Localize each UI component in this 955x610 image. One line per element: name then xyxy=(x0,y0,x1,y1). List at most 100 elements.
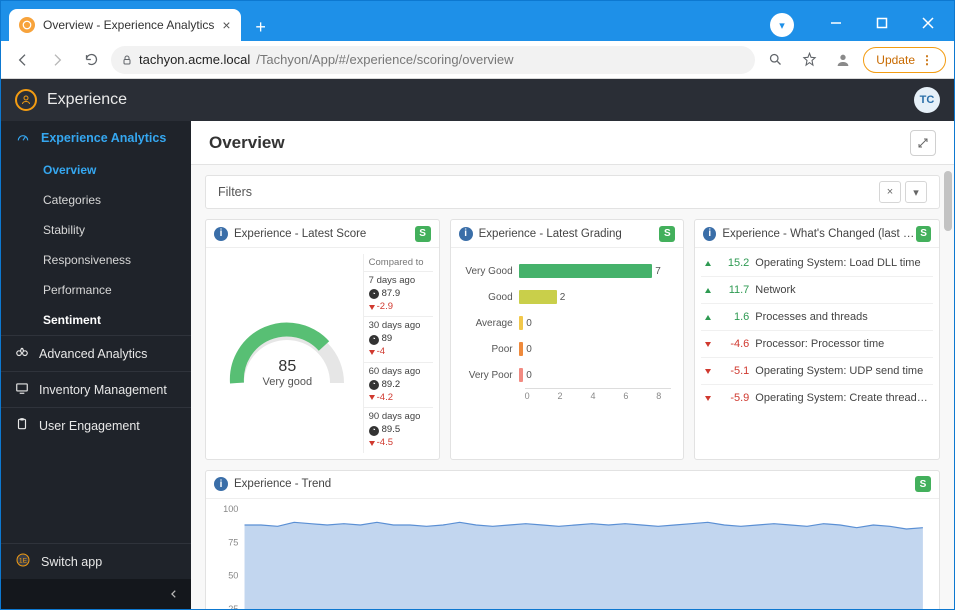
change-name: Operating System: Load DLL time xyxy=(755,257,929,269)
card-body: 85 Very good Compared to 7 days ago ◔87.… xyxy=(206,248,439,459)
change-value: -5.1 xyxy=(717,365,749,377)
sidebar-item-label: Switch app xyxy=(41,555,102,569)
caret-down-icon xyxy=(369,305,375,310)
close-window-button[interactable] xyxy=(906,8,950,38)
chart-x-axis: 02468 xyxy=(525,388,672,401)
back-button[interactable] xyxy=(9,46,37,74)
sidebar-item-experience-analytics[interactable]: Experience Analytics xyxy=(1,121,191,155)
change-row: -5.9Operating System: Create thread time xyxy=(701,385,933,411)
sidebar-sub-categories[interactable]: Categories xyxy=(1,185,191,215)
compare-label: 7 days ago xyxy=(369,275,428,288)
trend-chart: 255075100 xyxy=(216,503,929,609)
compare-header: Compared to xyxy=(364,254,433,272)
grading-chart: Very Good7Good2Average0Poor0Very Poor002… xyxy=(457,254,678,403)
score-badge: S xyxy=(915,476,931,492)
sidebar-item-label: User Engagement xyxy=(39,419,140,433)
sidebar-item-label: Advanced Analytics xyxy=(39,347,147,361)
reload-button[interactable] xyxy=(77,46,105,74)
chart-category-label: Very Poor xyxy=(461,370,519,381)
expand-button[interactable] xyxy=(910,130,936,156)
change-name: Processes and threads xyxy=(755,311,929,323)
compare-row: 30 days ago ◔89 -4 xyxy=(364,317,433,362)
info-icon[interactable]: i xyxy=(459,227,473,241)
menu-dots-icon[interactable]: ⋮ xyxy=(921,53,933,67)
switch-app-button[interactable]: 1E Switch app xyxy=(1,543,191,579)
filters-bar[interactable]: Filters × ▾ xyxy=(205,175,940,209)
score-badge: S xyxy=(916,226,931,242)
card-title: Experience - Trend xyxy=(234,478,331,490)
card-latest-grading: i Experience - Latest Grading S Very Goo… xyxy=(450,219,685,460)
compare-score: 89.2 xyxy=(382,379,401,392)
compare-score: 89.5 xyxy=(382,424,401,437)
url-input[interactable]: tachyon.acme.local/Tachyon/App/#/experie… xyxy=(111,46,755,74)
browser-window: Overview - Experience Analytics × + ▾ ta… xyxy=(0,0,955,610)
new-tab-button[interactable]: + xyxy=(247,13,275,41)
sidebar-sub-performance[interactable]: Performance xyxy=(1,275,191,305)
chart-category-label: Good xyxy=(461,292,519,303)
compare-score: 87.9 xyxy=(382,288,401,301)
minimize-button[interactable] xyxy=(814,8,858,38)
chart-bar xyxy=(519,290,557,304)
chart-bar-row: Average0 xyxy=(461,310,672,336)
collapse-sidebar-button[interactable] xyxy=(1,579,191,609)
window-controls: ▾ xyxy=(770,1,954,41)
filters-dropdown-button[interactable]: ▾ xyxy=(905,181,927,203)
compare-delta: -4 xyxy=(377,346,385,359)
profile-icon[interactable] xyxy=(829,46,857,74)
page-title-bar: Overview xyxy=(191,121,954,165)
sidebar-item-label: Overview xyxy=(43,163,96,177)
caret-up-icon xyxy=(705,288,711,293)
caret-up-icon xyxy=(705,315,711,320)
account-badge-icon[interactable]: ▾ xyxy=(770,13,794,37)
compare-score: 89 xyxy=(382,333,393,346)
app-title: Experience xyxy=(47,91,127,109)
maximize-button[interactable] xyxy=(860,8,904,38)
sidebar-item-advanced-analytics[interactable]: Advanced Analytics xyxy=(1,335,191,371)
score-badge: S xyxy=(415,226,431,242)
change-value: 11.7 xyxy=(717,284,749,296)
card-body: Very Good7Good2Average0Poor0Very Poor002… xyxy=(451,248,684,459)
card-title: Experience - Latest Score xyxy=(234,228,366,240)
update-label: Update xyxy=(876,53,915,67)
bookmark-icon[interactable] xyxy=(795,46,823,74)
sidebar-item-inventory-management[interactable]: Inventory Management xyxy=(1,371,191,407)
chart-category-label: Average xyxy=(461,318,519,329)
clipboard-icon xyxy=(15,417,29,434)
chart-bar xyxy=(519,368,524,382)
card-whats-changed: i Experience - What's Changed (last 7 d…… xyxy=(694,219,940,460)
change-row: 11.7 Network xyxy=(701,277,933,304)
chart-bar-value: 0 xyxy=(526,344,532,355)
info-icon[interactable]: i xyxy=(214,477,228,491)
sidebar-sub-sentiment[interactable]: Sentiment xyxy=(1,305,191,335)
forward-button[interactable] xyxy=(43,46,71,74)
info-icon[interactable]: i xyxy=(703,227,716,241)
clear-filters-button[interactable]: × xyxy=(879,181,901,203)
cards-row: i Experience - Latest Score S xyxy=(205,219,940,460)
caret-down-icon xyxy=(705,342,711,347)
update-button[interactable]: Update ⋮ xyxy=(863,47,946,73)
info-icon[interactable]: i xyxy=(214,227,228,241)
page-title: Overview xyxy=(209,133,285,153)
sidebar-sub-responsiveness[interactable]: Responsiveness xyxy=(1,245,191,275)
monitor-icon xyxy=(15,381,29,398)
zoom-icon[interactable] xyxy=(761,46,789,74)
favicon-icon xyxy=(19,17,35,33)
sidebar-sub-overview[interactable]: Overview xyxy=(1,155,191,185)
chart-category-label: Very Good xyxy=(461,266,519,277)
compare-label: 30 days ago xyxy=(369,320,428,333)
change-row: -5.1Operating System: UDP send time xyxy=(701,358,933,385)
dial-icon: ◔ xyxy=(369,289,379,299)
change-value: 1.6 xyxy=(717,311,749,323)
close-tab-icon[interactable]: × xyxy=(222,17,230,33)
dial-icon: ◔ xyxy=(369,426,379,436)
scrollbar[interactable] xyxy=(944,171,952,231)
browser-tab[interactable]: Overview - Experience Analytics × xyxy=(9,9,241,41)
sidebar-sub-stability[interactable]: Stability xyxy=(1,215,191,245)
sidebar-item-user-engagement[interactable]: User Engagement xyxy=(1,407,191,443)
app: Experience TC Experience Analytics Overv… xyxy=(1,79,954,609)
change-name: Network xyxy=(755,284,929,296)
chart-bar-row: Very Poor0 xyxy=(461,362,672,388)
sidebar-item-label: Experience Analytics xyxy=(41,131,166,145)
chart-bar xyxy=(519,342,524,356)
avatar[interactable]: TC xyxy=(914,87,940,113)
